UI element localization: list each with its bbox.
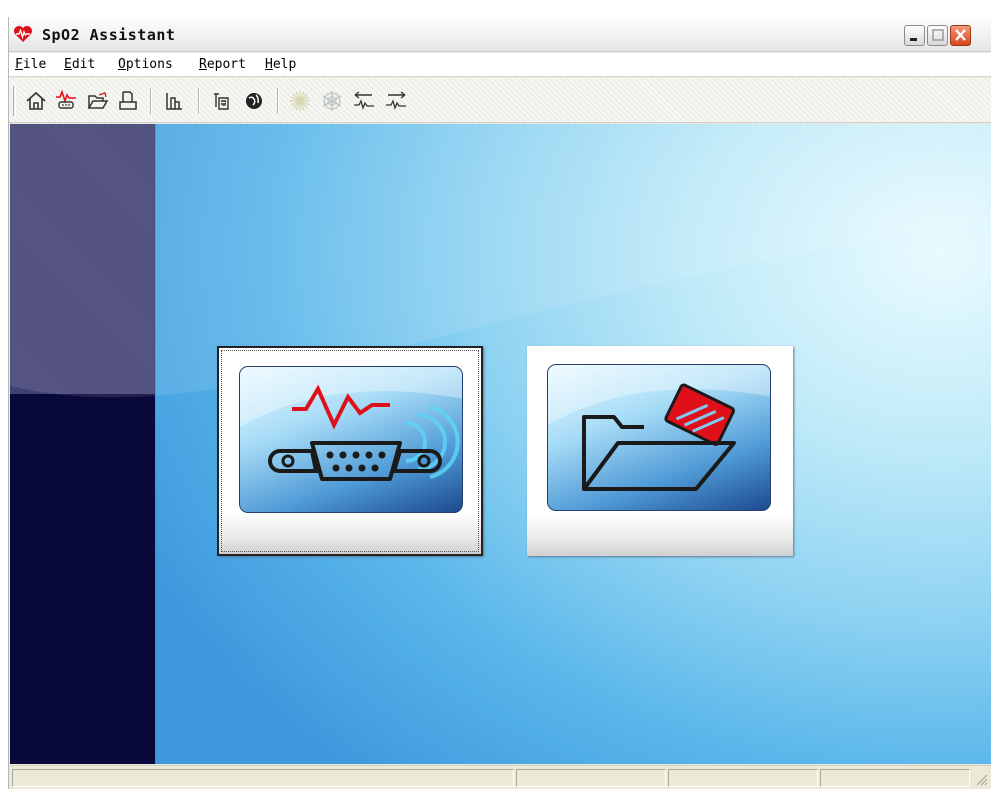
patient-info-button[interactable]: 2 [209,88,235,114]
status-pane-2 [516,769,666,787]
open-data-card[interactable] [527,346,793,556]
window-title: SpO2 Assistant [42,26,176,44]
status-pane-3 [668,769,818,787]
wave-right-button[interactable] [383,88,409,114]
wave-right-icon [386,91,406,111]
toolbar: 2 [9,78,991,123]
snowflake-button[interactable] [319,88,345,114]
status-bar [10,765,991,789]
app-window: SpO2 Assistant File Edit Options Report … [8,17,991,789]
folder-card-icon [548,365,770,491]
open-button[interactable] [85,88,111,114]
chart-bars-icon [166,93,182,110]
wave-left-button[interactable] [351,88,377,114]
home-icon [26,91,46,110]
sun-icon [290,91,310,111]
device-button[interactable] [53,88,79,114]
globe-icon [246,93,262,109]
home-button[interactable] [23,88,49,114]
menu-options[interactable]: Options [118,57,173,72]
sun-button[interactable] [287,88,313,114]
resize-grip-icon[interactable] [974,772,988,786]
card-panel [239,366,463,513]
menu-report[interactable]: Report [199,57,246,72]
menu-help[interactable]: Help [265,57,296,72]
patient-info-icon: 2 [214,93,229,110]
wave-left-icon [354,91,374,111]
menu-file[interactable]: File [15,57,46,72]
background-wave [10,124,991,764]
toolbar-separator [198,88,200,114]
print-icon [119,91,137,110]
maximize-icon [932,29,944,41]
menu-bar: File Edit Options Report Help [9,53,991,77]
status-pane-4 [820,769,970,787]
snowflake-icon [322,91,342,111]
title-bar[interactable]: SpO2 Assistant [9,17,991,52]
svg-text:2: 2 [222,100,226,108]
web-button[interactable] [241,88,267,114]
heart-wave-icon [14,26,32,42]
serial-port-waveform-icon [240,367,462,481]
toolbar-grip[interactable] [13,86,16,116]
open-folder-icon [87,92,109,109]
chart-button[interactable] [161,88,187,114]
toolbar-separator [150,88,152,114]
maximize-button[interactable] [927,25,948,46]
minimize-button[interactable] [904,25,925,46]
close-button[interactable] [950,25,971,46]
print-button[interactable] [115,88,141,114]
toolbar-separator [277,88,279,114]
connect-device-card[interactable] [217,346,483,556]
main-area [10,124,991,764]
menu-edit[interactable]: Edit [64,57,95,72]
close-icon [955,29,966,41]
minimize-icon [910,38,917,41]
card-panel [547,364,771,511]
device-waveform-icon [56,89,76,109]
status-pane-main [12,769,514,787]
